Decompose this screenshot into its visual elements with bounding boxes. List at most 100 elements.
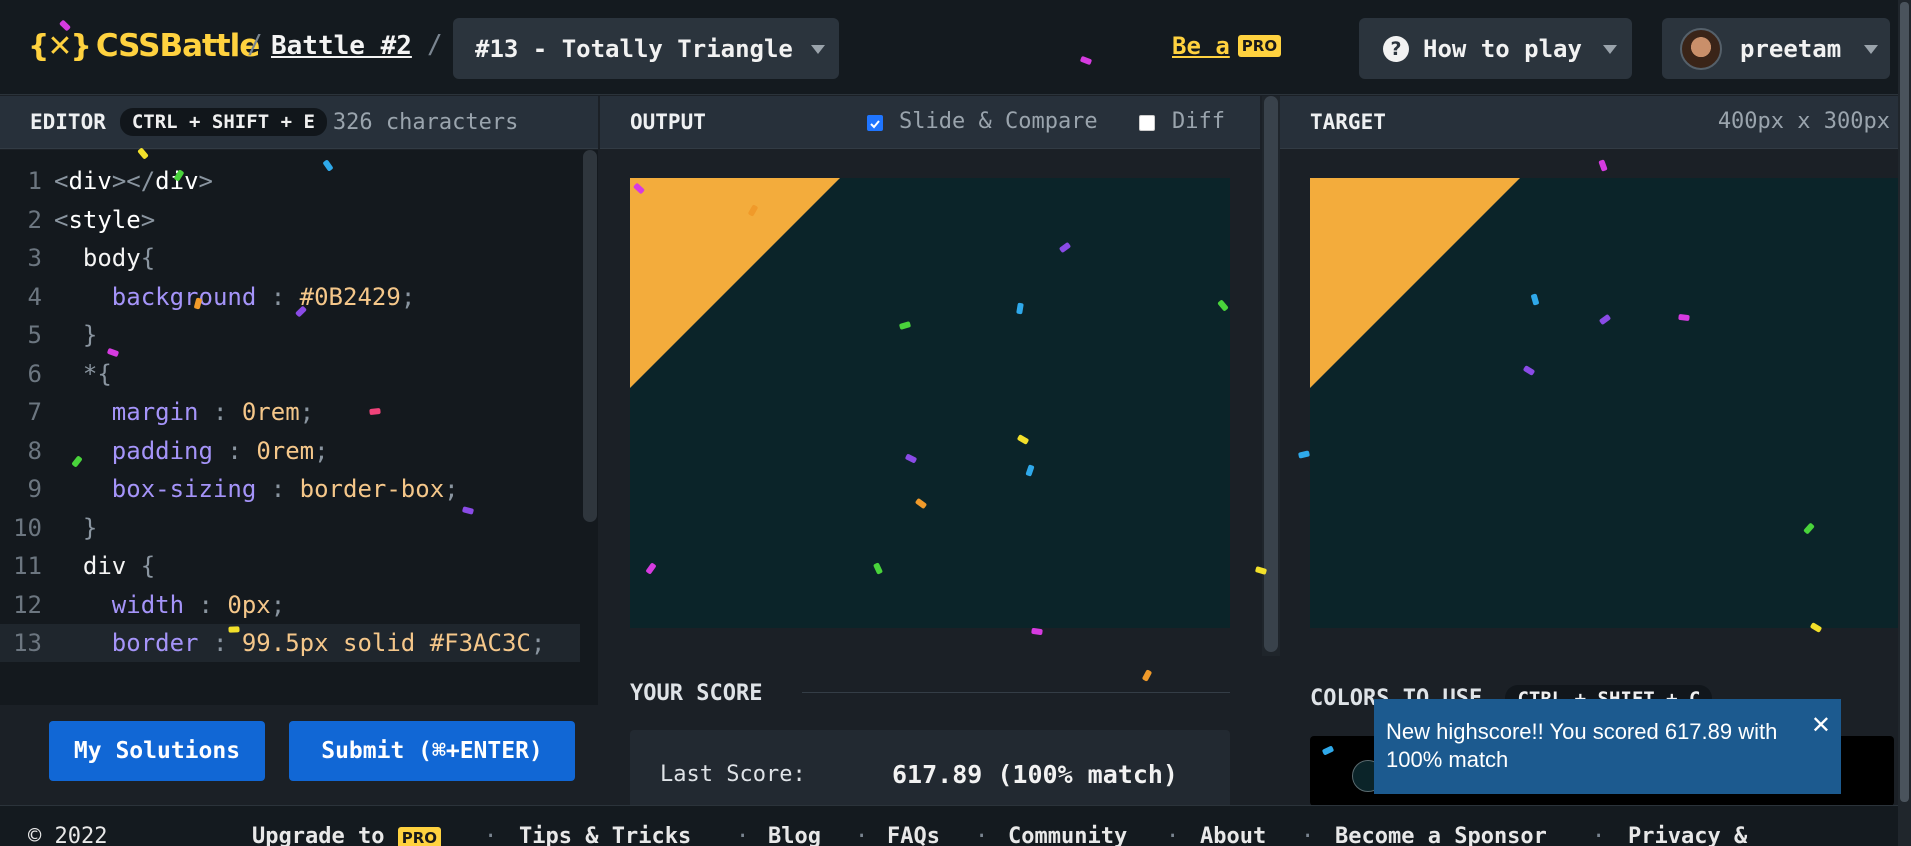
output-header: OUTPUT Slide & Compare Diff: [600, 96, 1260, 149]
checkmark-icon: [870, 120, 880, 129]
code-token: {: [140, 552, 156, 580]
code-line[interactable]: 10 }: [0, 509, 580, 547]
code-text: }: [54, 321, 97, 349]
code-line[interactable]: 7 margin : 0rem;: [0, 393, 580, 431]
footer-link-privacy[interactable]: Privacy &: [1628, 824, 1747, 846]
code-token: background: [54, 282, 257, 311]
code-token: :: [256, 475, 300, 503]
output-canvas[interactable]: [630, 178, 1230, 628]
breadcrumb-separator: /: [247, 30, 263, 60]
footer-separator: ·: [1166, 824, 1180, 846]
code-text: width : 0px;: [54, 591, 285, 619]
line-number: 7: [27, 398, 42, 426]
logo-text: CSSBattle: [95, 28, 260, 64]
code-line-clipped: [0, 663, 580, 673]
code-line[interactable]: 4 background : #0B2429;: [0, 278, 580, 316]
be-a-pro-link[interactable]: Be a PRO: [1172, 32, 1282, 60]
battle-breadcrumb-link[interactable]: Battle #2: [271, 31, 412, 61]
footer-link-blog[interactable]: Blog: [768, 824, 821, 846]
highscore-toast: New highscore!! You scored 617.89 with 1…: [1374, 699, 1841, 794]
code-line[interactable]: 3 body{: [0, 239, 580, 277]
cssbattle-logo[interactable]: {✕} CSSBattle: [28, 28, 260, 64]
code-line[interactable]: 11 div {: [0, 547, 580, 585]
code-token: ;: [530, 629, 546, 657]
line-number: 6: [27, 359, 42, 388]
code-line[interactable]: 9 box-sizing : border-box;: [0, 470, 580, 508]
editor-header: EDITOR CTRL + SHIFT + E 326 characters: [0, 96, 598, 149]
username: preetam: [1740, 34, 1842, 63]
code-line[interactable]: 1<div></div>: [0, 162, 580, 200]
my-solutions-button[interactable]: My Solutions: [49, 721, 265, 781]
code-line[interactable]: 5 }: [0, 316, 580, 354]
code-token: style: [68, 205, 141, 234]
diff-checkbox[interactable]: [1139, 115, 1155, 131]
footer-link-faqs[interactable]: FAQs: [887, 824, 940, 846]
code-text: background : #0B2429;: [54, 283, 415, 311]
code-editor[interactable]: 1<div></div>2<style>3 body{4 background …: [0, 150, 598, 705]
code-token: box-sizing: [54, 475, 257, 503]
target-header: TARGET 400px x 300px: [1280, 96, 1898, 149]
line-number: 9: [27, 475, 42, 503]
user-menu-button[interactable]: preetam: [1662, 18, 1890, 79]
code-token: }: [54, 513, 98, 542]
submit-button[interactable]: Submit (⌘+ENTER): [289, 721, 575, 781]
code-token: margin: [54, 398, 199, 426]
code-token: :: [256, 282, 300, 311]
code-line[interactable]: 8 padding : 0rem;: [0, 432, 580, 470]
code-token: 99.5px solid #F3AC3C: [241, 629, 531, 657]
how-to-play-button[interactable]: ? How to play: [1359, 18, 1632, 79]
code-token: ;: [400, 282, 416, 311]
code-text: padding : 0rem;: [54, 437, 329, 465]
code-token: }: [54, 321, 98, 349]
footer-link-upgrade[interactable]: Upgrade to PRO: [252, 824, 441, 846]
code-text: *{: [54, 360, 112, 388]
slide-compare-label[interactable]: Slide & Compare: [899, 109, 1098, 134]
footer-link-sponsor[interactable]: Become a Sponsor: [1335, 824, 1547, 846]
code-token: ;: [314, 436, 329, 465]
slide-compare-checkbox[interactable]: [867, 115, 883, 131]
score-divider: [802, 692, 1230, 693]
code-token: :: [184, 590, 228, 619]
pro-badge: PRO: [397, 827, 441, 846]
code-token: >: [198, 167, 213, 195]
code-token: width: [54, 590, 185, 619]
diff-label[interactable]: Diff: [1172, 109, 1225, 134]
footer: © 2022 Upgrade to PRO · Tips & Tricks · …: [0, 805, 1911, 846]
footer-link-about[interactable]: About: [1200, 824, 1266, 846]
code-text: }: [54, 514, 97, 542]
footer-separator: ·: [484, 824, 498, 846]
editor-scrollbar[interactable]: [583, 150, 597, 522]
target-size: 400px x 300px: [1717, 109, 1890, 134]
page-scrollbar[interactable]: [1898, 0, 1911, 846]
code-line[interactable]: 2 <style>: [0, 201, 580, 239]
breadcrumb-separator: /: [427, 30, 443, 60]
close-icon[interactable]: ✕: [1811, 711, 1831, 739]
code-text: body{: [54, 244, 155, 272]
editor-shortcut-badge: CTRL + SHIFT + E: [119, 108, 327, 136]
target-select-dropdown[interactable]: #13 - Totally Triangle: [453, 18, 839, 79]
target-canvas: [1310, 178, 1898, 628]
code-token: div: [54, 552, 141, 580]
code-text: <style>: [54, 206, 155, 234]
line-number: 4: [27, 282, 42, 311]
footer-separator: ·: [1301, 824, 1315, 846]
editor-title: EDITOR: [30, 110, 106, 134]
line-number: 3: [27, 244, 42, 272]
line-number: 13: [13, 629, 42, 657]
be-a-pro-text: Be a: [1172, 32, 1230, 60]
code-line[interactable]: 13 border : 99.5px solid #F3AC3C;: [0, 624, 580, 662]
footer-link-community[interactable]: Community: [1008, 824, 1127, 846]
code-line[interactable]: 12 width : 0px;: [0, 586, 580, 624]
code-token: :: [212, 436, 257, 465]
page-scrollbar-thumb[interactable]: [1900, 2, 1909, 802]
line-number: 12: [13, 590, 42, 619]
code-text: margin : 0rem;: [54, 398, 314, 426]
output-triangle: [630, 178, 840, 388]
code-token: *{: [54, 359, 112, 388]
footer-separator: ·: [855, 824, 869, 846]
code-text: border : 99.5px solid #F3AC3C;: [54, 629, 546, 657]
code-token: 0px: [227, 590, 271, 619]
code-line[interactable]: 6 *{: [0, 355, 580, 393]
footer-link-tips[interactable]: Tips & Tricks: [519, 824, 691, 846]
chevron-down-icon: [811, 45, 825, 54]
